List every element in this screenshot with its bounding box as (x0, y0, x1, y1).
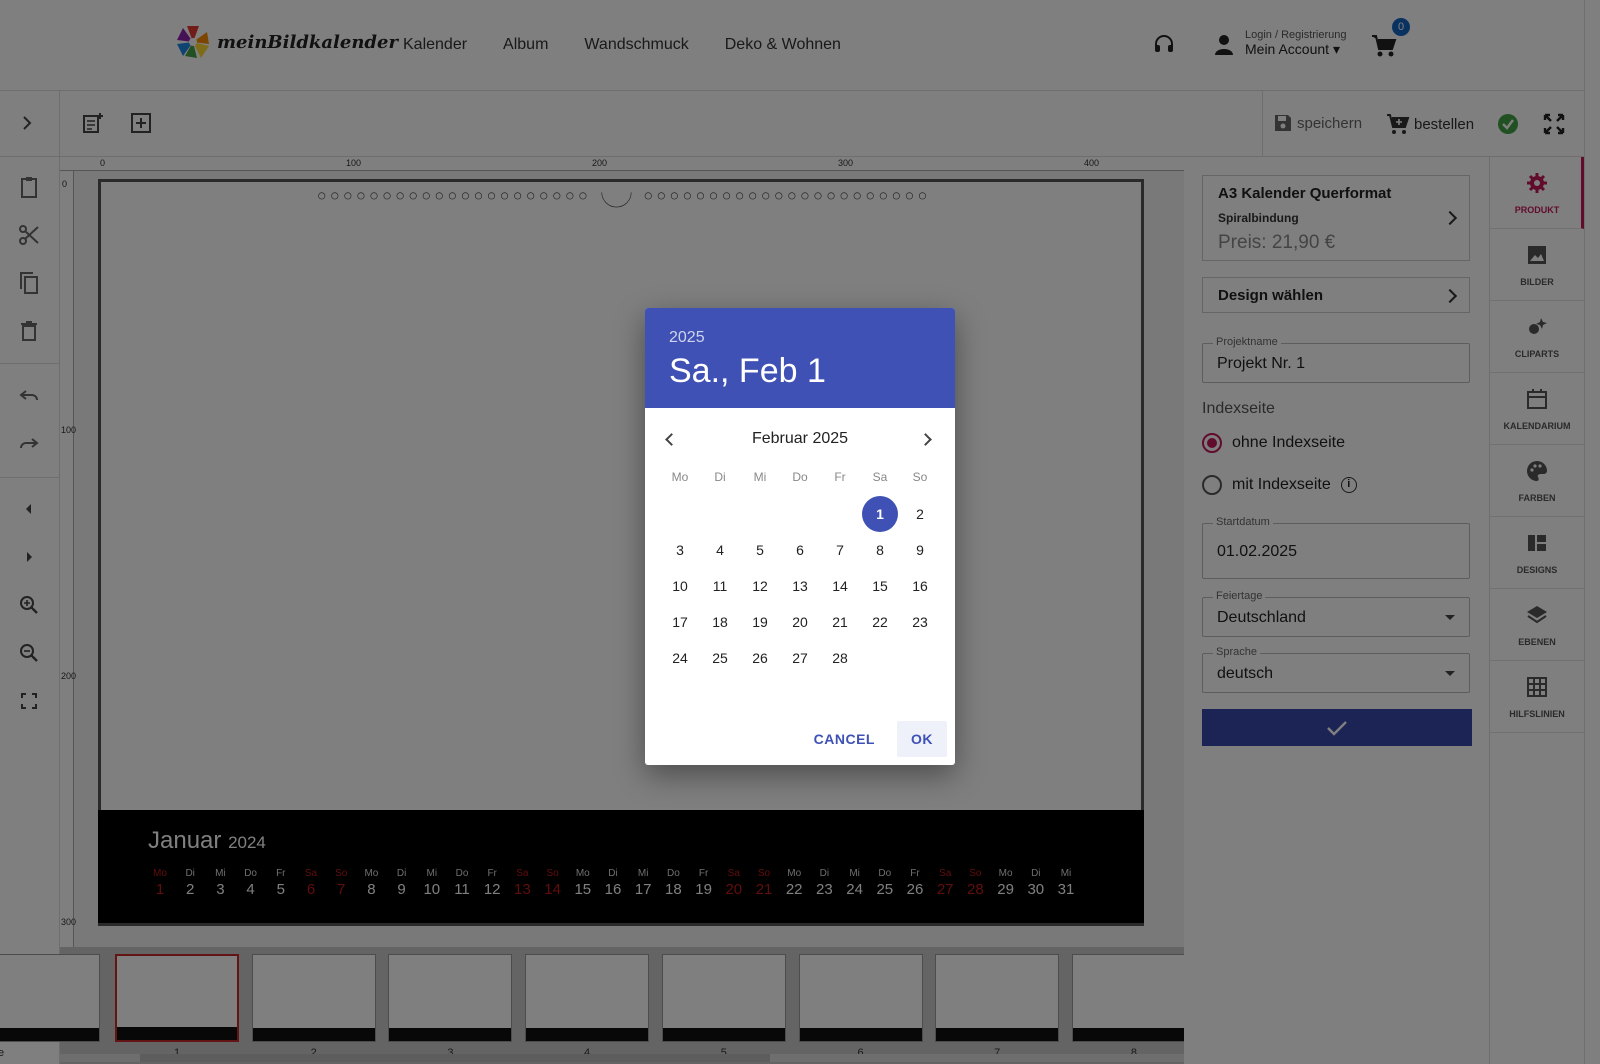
weekday-label: Di (714, 470, 726, 484)
days-grid: 1 2 3 4 5 6 7 8 9 10 11 12 13 14 15 16 17 18 19 20 21 22 23 24 2… (660, 496, 940, 676)
day-button[interactable]: 24 (662, 640, 698, 676)
date-picker-header: 2025 Sa., Feb 1 (645, 308, 955, 408)
day-button[interactable]: 18 (702, 604, 738, 640)
day-button[interactable]: 8 (862, 532, 898, 568)
current-month-label: Februar 2025 (751, 430, 849, 447)
day-button[interactable]: 4 (702, 532, 738, 568)
weekday-label: Mo (671, 470, 689, 484)
ok-button[interactable]: OK (897, 721, 947, 757)
day-button[interactable]: 12 (742, 568, 778, 604)
day-button[interactable]: 13 (782, 568, 818, 604)
next-month-button[interactable] (915, 428, 943, 452)
dialog-actions: CANCEL OK (800, 721, 947, 757)
day-button[interactable]: 25 (702, 640, 738, 676)
weekday-label: Sa (872, 470, 888, 484)
day-button[interactable]: 6 (782, 532, 818, 568)
day-button[interactable]: 22 (862, 604, 898, 640)
day-button[interactable]: 20 (782, 604, 818, 640)
selected-day[interactable]: 1 (862, 496, 898, 532)
day-button[interactable]: 14 (822, 568, 858, 604)
weekday-label: Mi (753, 470, 767, 484)
day-button[interactable]: 7 (822, 532, 858, 568)
day-button[interactable]: 9 (902, 532, 938, 568)
chevron-right-icon (919, 433, 932, 446)
date-picker-dialog: 2025 Sa., Feb 1 Februar 2025 Mo Di Mi Do Fr S… (645, 308, 955, 765)
day-button[interactable]: 21 (822, 604, 858, 640)
day-button[interactable]: 2 (902, 496, 938, 532)
year-selector[interactable]: 2025 (669, 329, 705, 347)
day-button[interactable]: 10 (662, 568, 698, 604)
day-button[interactable]: 23 (902, 604, 938, 640)
selected-date-label: Sa., Feb 1 (669, 352, 826, 390)
day-button[interactable]: 27 (782, 640, 818, 676)
day-button[interactable]: 28 (822, 640, 858, 676)
weekday-label: Do (792, 470, 808, 484)
weekday-label: Fr (834, 470, 846, 484)
month-navigation: Februar 2025 (645, 428, 955, 452)
day-button[interactable]: 11 (702, 568, 738, 604)
day-button[interactable]: 26 (742, 640, 778, 676)
day-button[interactable]: 17 (662, 604, 698, 640)
cancel-button[interactable]: CANCEL (800, 721, 889, 757)
weekday-label: So (912, 470, 928, 484)
day-button[interactable]: 5 (742, 532, 778, 568)
day-button[interactable]: 3 (662, 532, 698, 568)
day-button[interactable]: 19 (742, 604, 778, 640)
day-button[interactable]: 16 (902, 568, 938, 604)
day-button[interactable]: 15 (862, 568, 898, 604)
